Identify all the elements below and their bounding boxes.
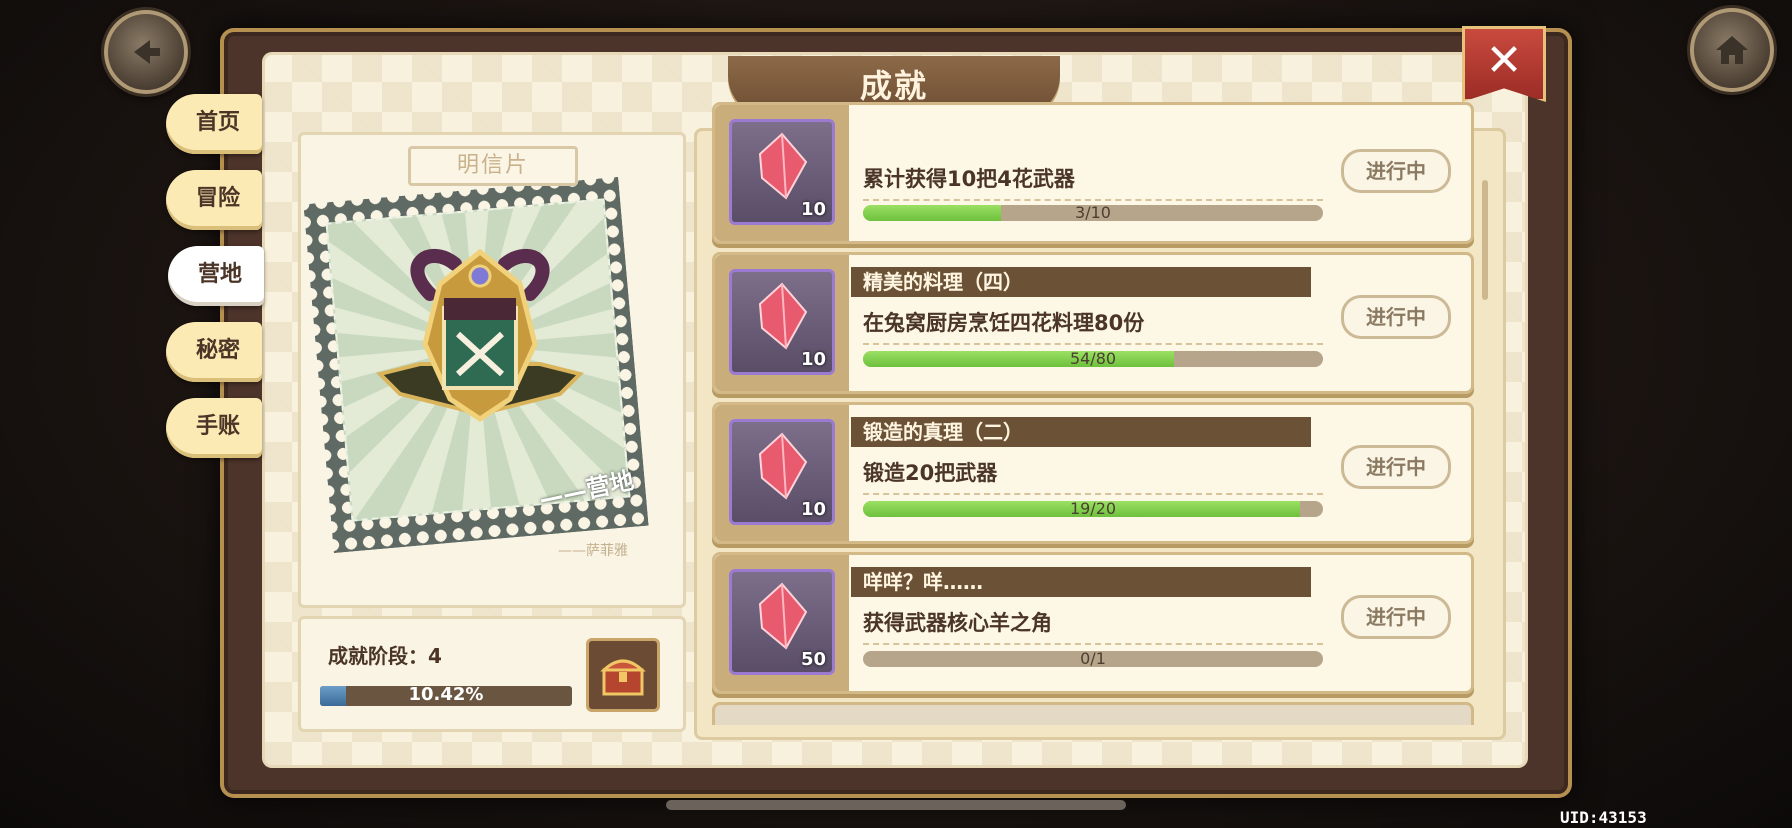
- red-gem-icon: [758, 432, 808, 500]
- reward-column: 10: [715, 105, 849, 241]
- achievement-title: 精美的料理（四）: [851, 267, 1311, 297]
- treasure-chest-icon: [600, 659, 646, 696]
- home-button[interactable]: [1690, 8, 1774, 92]
- reward-gem-box: 50: [729, 569, 835, 675]
- reward-count: 10: [800, 199, 826, 220]
- achievement-desc: 在兔窝厨房烹饪四花料理80份: [863, 307, 1323, 345]
- back-arrow-icon: [134, 40, 160, 64]
- achievement-card[interactable]: 10 累计获得10把4花武器 3/10 进行中: [712, 102, 1474, 244]
- achievement-progress-text: 19/20: [1069, 499, 1117, 518]
- achievement-title: 锻造的真理（二）: [851, 417, 1311, 447]
- red-gem-icon: [758, 582, 808, 650]
- reward-gem-box: 10: [729, 119, 835, 225]
- postcard-label: 明信片: [408, 146, 578, 186]
- status-button[interactable]: 进行中: [1341, 149, 1451, 193]
- reward-chest-button[interactable]: [586, 638, 660, 712]
- achievement-desc: 累计获得10把4花武器: [863, 163, 1323, 201]
- postcard-signature: ——萨菲雅: [558, 543, 628, 559]
- tab-adventure[interactable]: 冒险: [166, 170, 262, 230]
- back-button[interactable]: [104, 10, 188, 94]
- achievement-card[interactable]: 10 精美的料理（四） 在兔窝厨房烹饪四花料理80份 54/80 进行中: [712, 252, 1474, 394]
- achievement-card[interactable]: 50 咩咩？咩…… 获得武器核心羊之角 0/1 进行中: [712, 552, 1474, 694]
- achievement-title: 咩咩？咩……: [851, 567, 1311, 597]
- reward-count: 10: [800, 499, 826, 520]
- achievement-progress-text: 54/80: [1069, 349, 1117, 368]
- tab-camp[interactable]: 营地: [168, 246, 264, 306]
- reward-column: 10: [715, 255, 849, 391]
- home-indicator[interactable]: [666, 800, 1126, 810]
- reward-count: 50: [800, 649, 826, 670]
- tab-journal[interactable]: 手账: [166, 398, 262, 458]
- tab-home[interactable]: 首页: [166, 94, 262, 154]
- reward-count: 10: [800, 349, 826, 370]
- achievement-desc: 锻造20把武器: [863, 457, 1323, 495]
- achievement-stage-label: 成就阶段：4: [328, 644, 442, 668]
- achievement-progress-text: 0/1: [1080, 649, 1106, 668]
- red-gem-icon: [758, 282, 808, 350]
- status-button[interactable]: 进行中: [1341, 295, 1451, 339]
- red-gem-icon: [758, 132, 808, 200]
- achievement-card[interactable]: 10 锻造的真理（二） 锻造20把武器 19/20 进行中: [712, 402, 1474, 544]
- status-button[interactable]: 进行中: [1341, 445, 1451, 489]
- reward-column: 50: [715, 555, 849, 691]
- reward-column: 10: [715, 405, 849, 541]
- achievement-progress-text: 3/10: [1075, 203, 1111, 222]
- achievement-card-partial[interactable]: [712, 702, 1474, 725]
- achievement-desc: 获得武器核心羊之角: [863, 607, 1323, 645]
- uid-label: UID:43153: [1560, 808, 1647, 827]
- achievement-stage-percent: 10.42%: [408, 684, 484, 705]
- list-scrollbar[interactable]: [1482, 180, 1488, 300]
- camp-emblem-icon: [376, 248, 584, 423]
- home-icon: [1716, 36, 1748, 64]
- reward-gem-box: 10: [729, 419, 835, 525]
- status-button[interactable]: 进行中: [1341, 595, 1451, 639]
- tab-secret[interactable]: 秘密: [166, 322, 262, 382]
- reward-gem-box: 10: [729, 269, 835, 375]
